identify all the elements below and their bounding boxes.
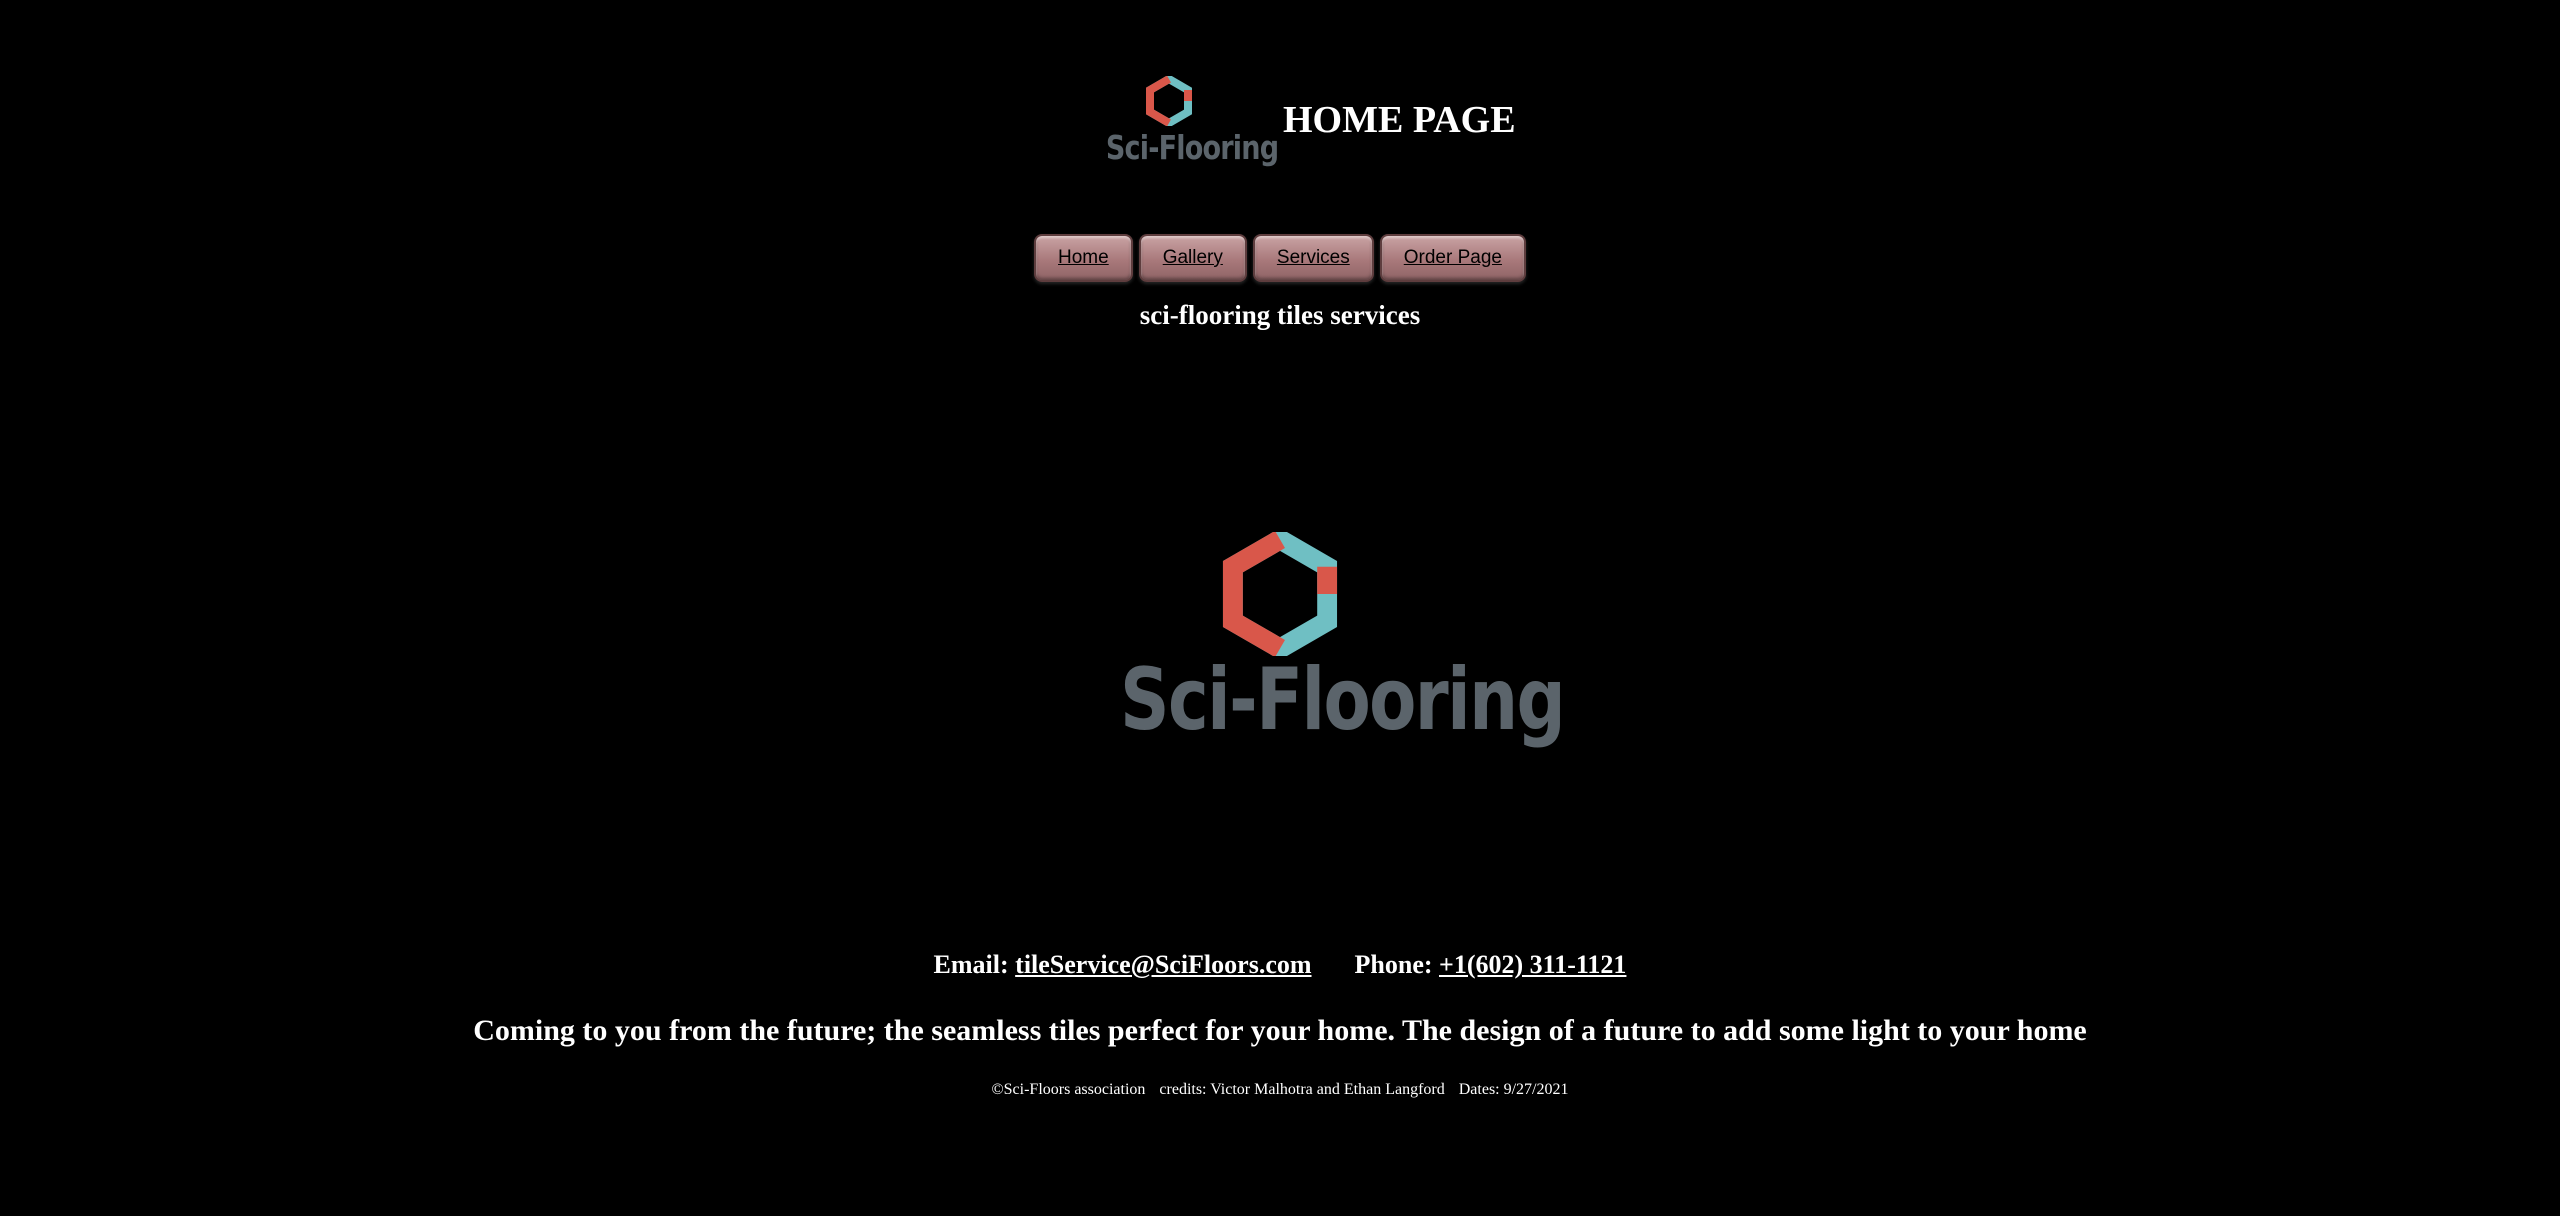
footer-copyright: ©Sci-Floors association bbox=[991, 1081, 1146, 1098]
footer-credits: credits: Victor Malhotra and Ethan Langf… bbox=[1159, 1081, 1445, 1098]
page: Sci-Flooring HOME PAGE Home Gallery Serv… bbox=[0, 0, 2560, 1216]
main-logo-text: Sci-Flooring bbox=[1120, 650, 1566, 750]
nav-services-button[interactable]: Services bbox=[1252, 234, 1374, 282]
main-logo-mark-icon bbox=[1222, 532, 1338, 656]
header-logo: Sci-Flooring bbox=[1092, 76, 1279, 168]
logo-mark-icon bbox=[1146, 76, 1192, 126]
phone-link[interactable]: +1(602) 311-1121 bbox=[1439, 950, 1626, 979]
main-logo: Sci-Flooring bbox=[1080, 532, 1566, 762]
tagline: Coming to you from the future; the seaml… bbox=[473, 1014, 2087, 1047]
footer-dates: Dates: 9/27/2021 bbox=[1458, 1081, 1569, 1098]
email-link[interactable]: tileService@SciFloors.com bbox=[1015, 950, 1311, 979]
email-label: Email: bbox=[933, 950, 1009, 979]
header: Sci-Flooring HOME PAGE bbox=[0, 70, 2560, 170]
main-nav: Home Gallery Services Order Page bbox=[0, 234, 2560, 282]
page-title: HOME PAGE bbox=[1283, 99, 1516, 141]
phone-label: Phone: bbox=[1354, 950, 1433, 979]
footer: ©Sci-Floors association credits: Victor M… bbox=[0, 1081, 2560, 1099]
nav-home-button[interactable]: Home bbox=[1034, 234, 1133, 282]
page-subtitle: sci-flooring tiles services bbox=[1139, 300, 1421, 330]
header-logo-text: Sci-Flooring bbox=[1105, 128, 1279, 167]
nav-order-page-button[interactable]: Order Page bbox=[1379, 234, 1526, 282]
contact-line: Email: tileService@SciFloors.com Phone: … bbox=[0, 950, 2560, 980]
nav-gallery-button[interactable]: Gallery bbox=[1138, 234, 1247, 282]
